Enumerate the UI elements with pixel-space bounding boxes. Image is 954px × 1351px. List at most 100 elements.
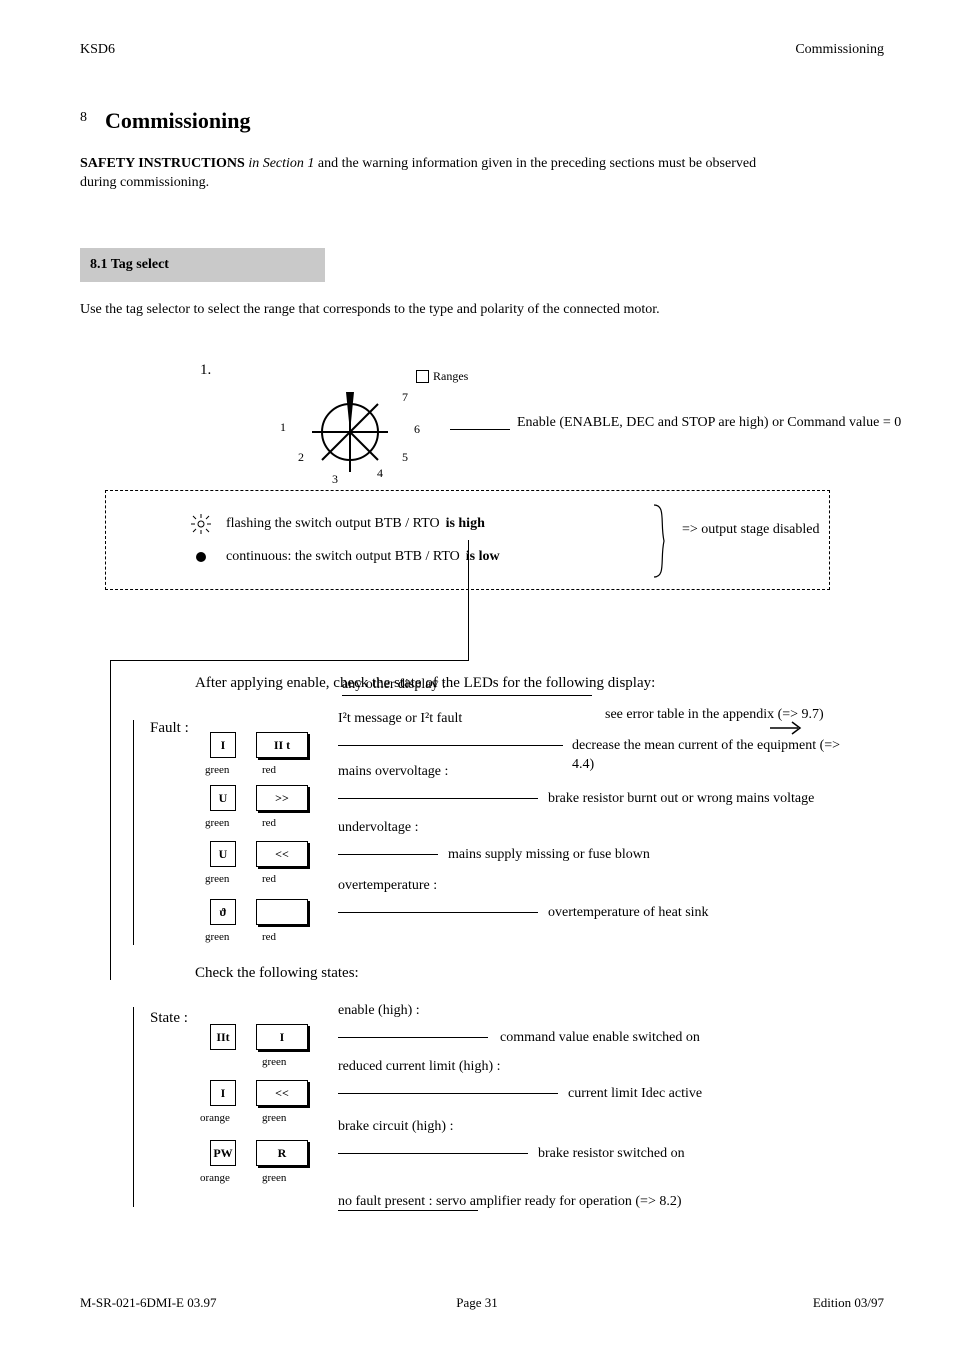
lamp-pw-l: PW (210, 1140, 236, 1166)
lamp-ov-d: >> (256, 785, 308, 811)
lbl-uv-l: green (205, 873, 229, 885)
group1-rule (133, 720, 134, 945)
conn-2 (338, 854, 438, 855)
header-right: Commissioning (795, 42, 884, 58)
lamp-pw-d: R (256, 1140, 308, 1166)
state-row-pwr: PW R orange green brake resistor switche… (160, 1136, 860, 1180)
tag-label: 8.1 Tag select (80, 257, 169, 273)
lamp-t-d (256, 899, 308, 925)
led-row2-state: is low (466, 549, 500, 565)
fault-row-temp: ϑ green red overtemperature of heat sink… (160, 895, 860, 939)
lbl-t-d: red (262, 931, 276, 943)
flow-v1 (468, 540, 469, 660)
conn-1 (338, 798, 538, 799)
knob-caption: Enable (ENABLE, DEC and STOP are high) o… (517, 414, 937, 433)
safety-line2: during commissioning. (80, 174, 875, 193)
lamp-uv-d: << (256, 841, 308, 867)
lbl-uv-d: red (262, 873, 276, 885)
lamp-t-l: ϑ (210, 899, 236, 925)
lamp-i2t-d: ΙΙ t (256, 732, 308, 758)
tick-7: 7 (402, 390, 408, 405)
check-header2: Check the following states: (195, 965, 359, 982)
led-flash-icon (186, 513, 216, 535)
conn-f (338, 1093, 558, 1094)
any-fault-txt: any other display : (342, 677, 446, 693)
mini-2: undervoltage : (338, 819, 418, 838)
led-row-cont: continuous: the switch output BTB / RTO … (186, 549, 726, 565)
mini-g: brake circuit (high) : (338, 1118, 453, 1137)
fault-row-uv: U << green red mains supply missing or f… (160, 837, 860, 881)
tag-intro: Use the tag selector to select the range… (80, 300, 880, 320)
tick-3: 3 (332, 472, 338, 487)
fault-row-i2t: Ι ΙΙ t green red decrease the mean curre… (160, 728, 860, 772)
txt-g: brake resistor switched on (538, 1145, 685, 1164)
txt-0: decrease the mean current of the equipme… (572, 737, 860, 775)
footer-note: no fault present : servo amplifier ready… (338, 1194, 682, 1210)
lamp-ov-l: U (210, 785, 236, 811)
mini-ul-0 (342, 695, 592, 696)
group2-rule (133, 1007, 134, 1207)
lbl-en-d: green (262, 1056, 286, 1068)
mini-f: reduced current limit (high) : (338, 1058, 501, 1077)
lamp-uv-l: U (210, 841, 236, 867)
tick-1: 1 (280, 420, 286, 435)
header-left: KSD6 (80, 42, 115, 58)
txt-2: mains supply missing or fuse blown (448, 846, 650, 865)
lamp-i2t-l: Ι (210, 732, 236, 758)
section-tag: 8.1 Tag select (80, 248, 325, 282)
conn-e (338, 1037, 488, 1038)
conn-3 (338, 912, 538, 913)
safety-lead: SAFETY INSTRUCTIONS (80, 156, 245, 171)
txt-1: brake resistor burnt out or wrong mains … (548, 790, 814, 809)
lbl-i2t-l: green (205, 764, 229, 776)
tick-5: 5 (402, 450, 408, 465)
tick-4: 4 (377, 466, 383, 481)
state-row-en: ΙΙt Ι green command value enable switche… (160, 1020, 860, 1064)
lbl-pw-l: orange (200, 1172, 230, 1184)
txt-3: overtemperature of heat sink (548, 904, 709, 923)
txt-f: current limit Ιdec active (568, 1085, 702, 1104)
lamp-ir-d: << (256, 1080, 308, 1106)
lbl-pw-d: green (262, 1172, 286, 1184)
footer-right: Edition 03/97 (813, 1295, 884, 1311)
ranges-label: Ranges (433, 369, 468, 384)
page-title: Commissioning (105, 108, 250, 134)
step-number: 1. (200, 362, 211, 379)
fault-row-ov: U >> green red brake resistor burnt out … (160, 781, 860, 825)
mini-0: Ι²t message or Ι²t fault (338, 710, 462, 729)
lamp-en-d: Ι (256, 1024, 308, 1050)
mini-3: overtemperature : (338, 877, 437, 896)
led-cont-icon (186, 549, 216, 565)
mini-e: enable (high) : (338, 1002, 420, 1021)
lamp-ir-l: Ι (210, 1080, 236, 1106)
flow-v2 (110, 660, 111, 980)
conn-g (338, 1153, 528, 1154)
panel-right-text: => output stage disabled (682, 521, 822, 540)
ranges-box (416, 370, 429, 383)
lbl-ov-l: green (205, 817, 229, 829)
flow-h (110, 660, 469, 661)
led-row1-state: is high (446, 516, 485, 532)
led-row2-text: continuous: the switch output BTB / RTO (226, 549, 460, 565)
lbl-ir-d: green (262, 1112, 286, 1124)
mini-1: mains overvoltage : (338, 763, 448, 782)
conn-0 (338, 745, 563, 746)
lbl-ir-l: orange (200, 1112, 230, 1124)
led-row-flash: flashing the switch output BTB / RTO is … (186, 513, 726, 535)
safety-note: in Section 1 (248, 156, 314, 171)
knob-diagram: 1. 1 2 3 4 5 6 7 Ranges Enable (ENABLE, … (80, 360, 875, 495)
lbl-i2t-d: red (262, 764, 276, 776)
leader-line (450, 429, 510, 430)
state-row-ired: Ι << orange green current limit Ιdec act… (160, 1076, 860, 1120)
lbl-t-l: green (205, 931, 229, 943)
tick-6: 6 (414, 422, 420, 437)
footer-left: M-SR-021-6DMI-E 03.97 (80, 1295, 217, 1311)
dial-icon (290, 372, 410, 492)
safety-tail: and the warning information given in the… (318, 156, 756, 171)
tick-2: 2 (298, 450, 304, 465)
footer-ul (338, 1210, 478, 1211)
led-row1-text: flashing the switch output BTB / RTO (226, 516, 440, 532)
txt-e: command value enable switched on (500, 1029, 700, 1048)
lamp-en-l: ΙΙt (210, 1024, 236, 1050)
brace-icon (652, 503, 674, 579)
